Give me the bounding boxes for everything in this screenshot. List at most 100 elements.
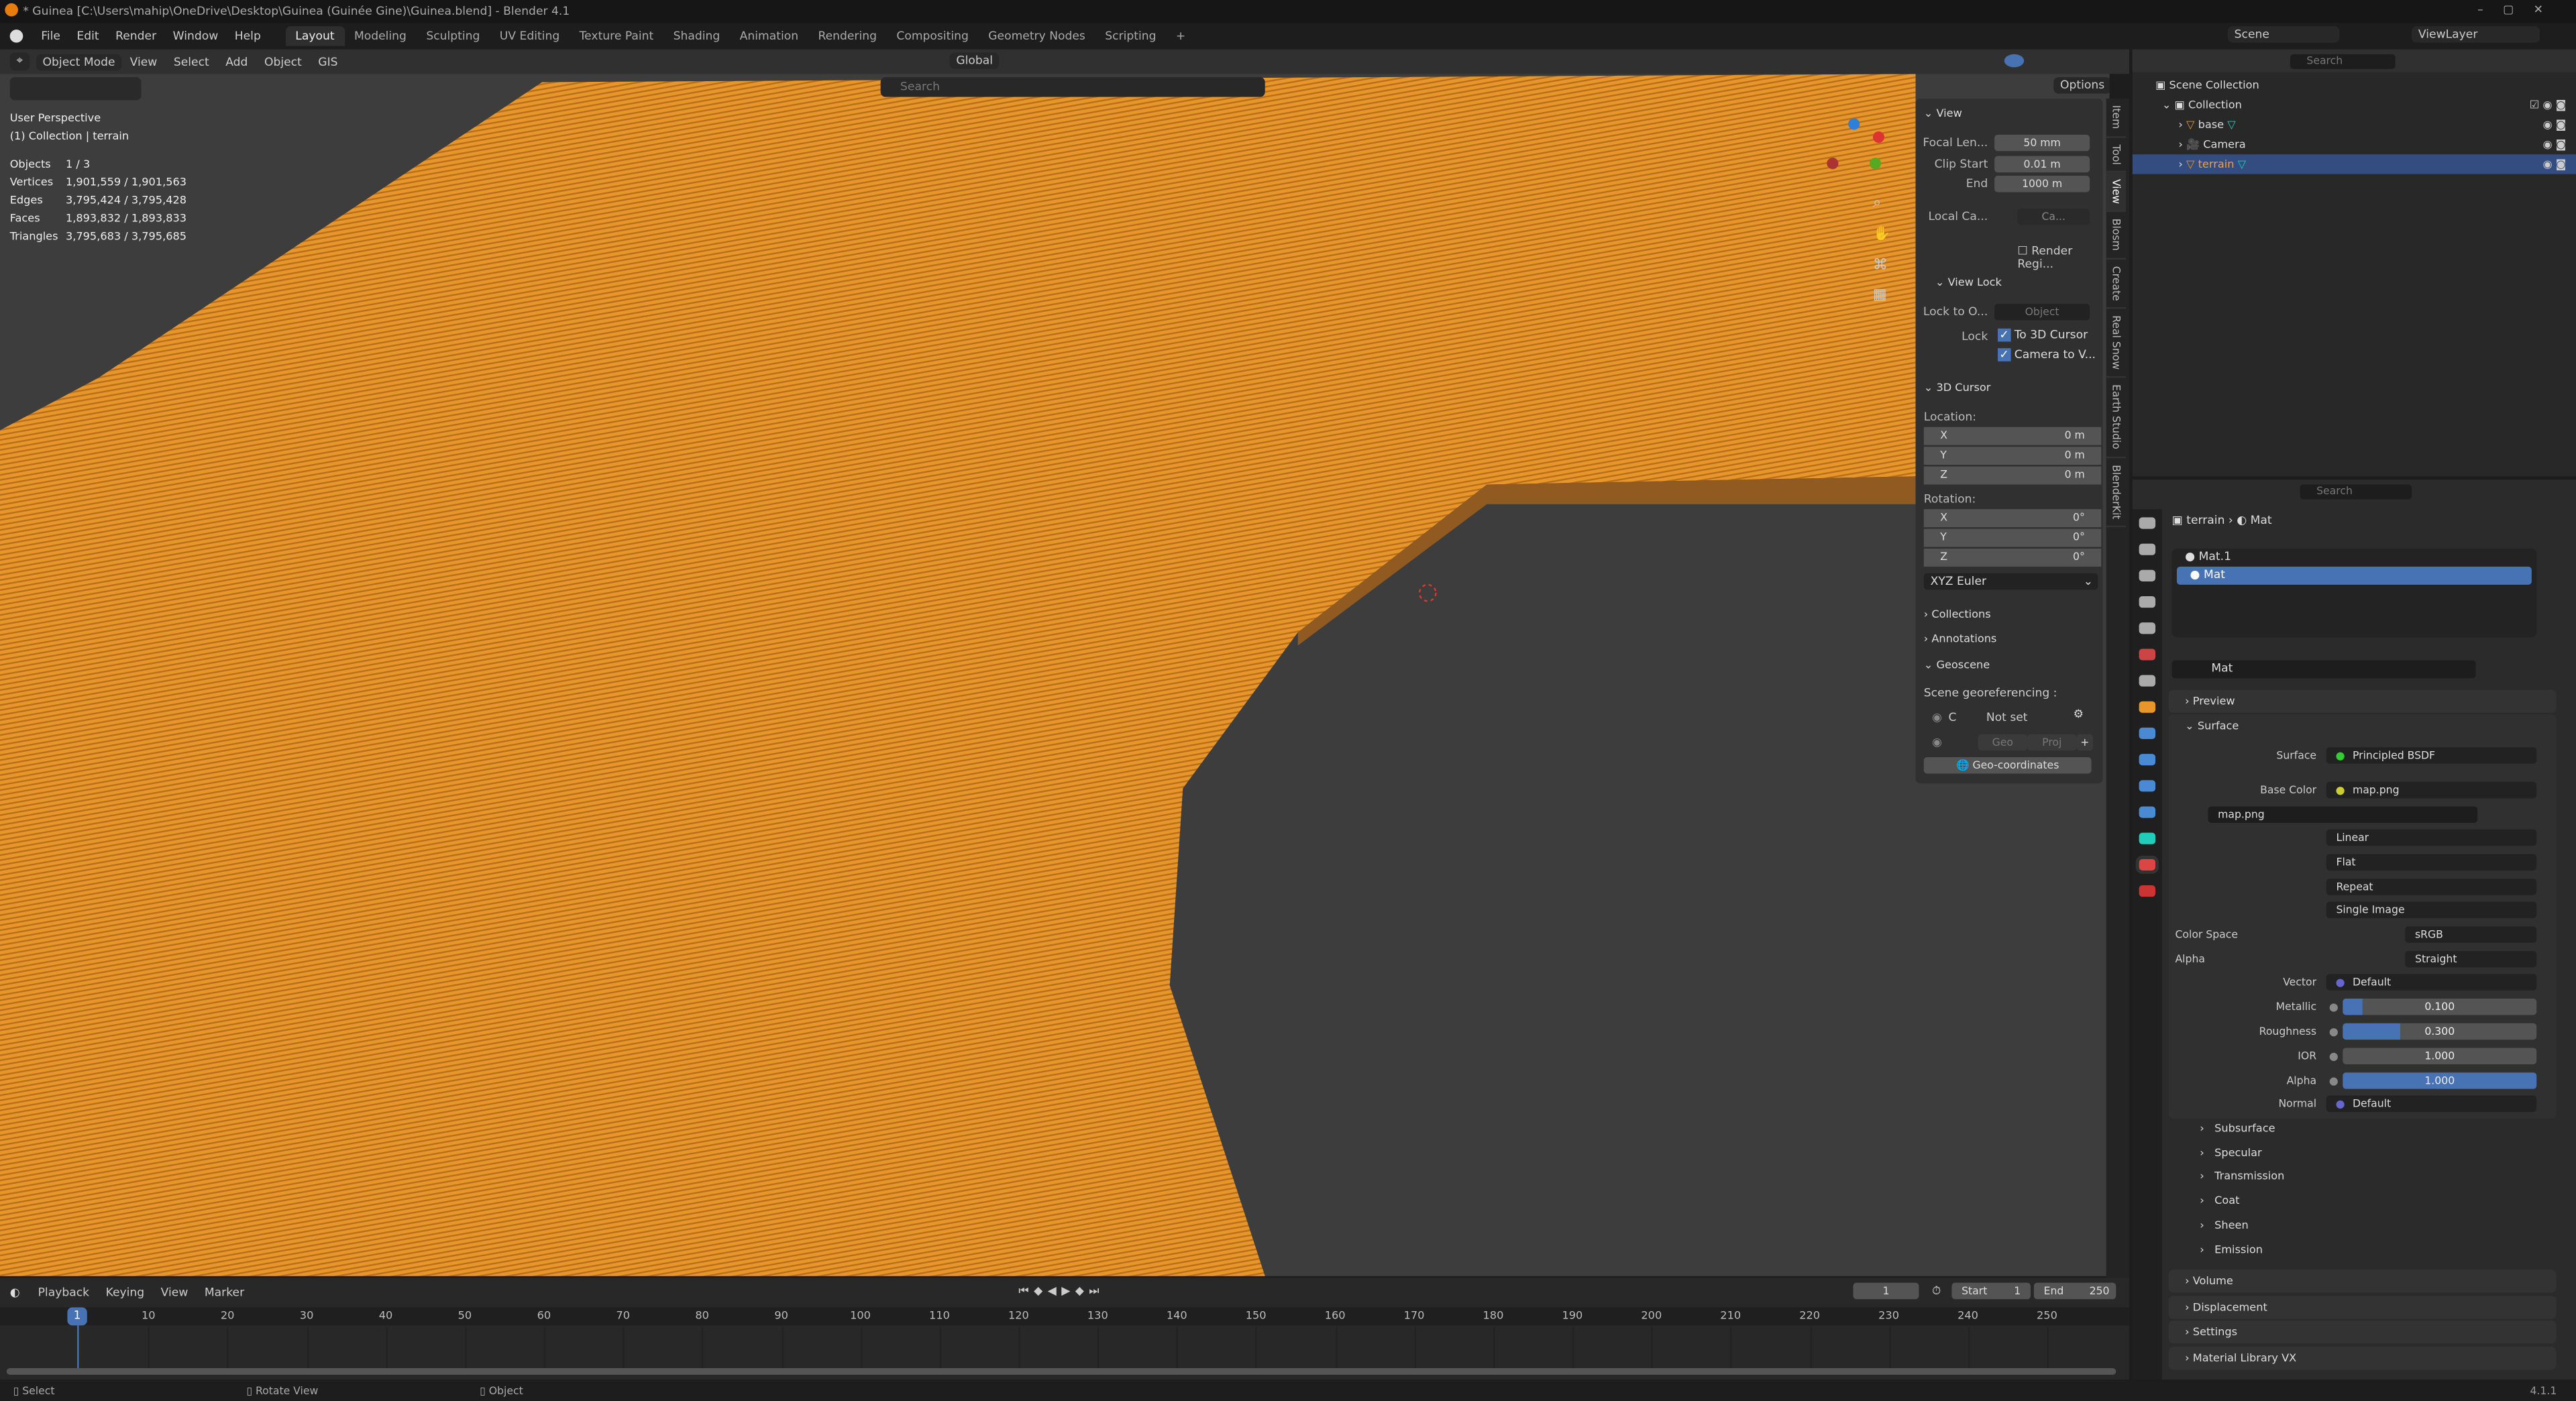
tab-sculpting[interactable]: Sculpting [417, 26, 490, 46]
focal-length-field[interactable]: 50 mm [1994, 134, 2090, 152]
view-panel-header[interactable]: ⌄ View [1924, 107, 1962, 120]
menu-help[interactable]: Help [227, 30, 270, 43]
world-tab-icon[interactable] [2139, 649, 2156, 661]
base-color-field[interactable]: map.png [2326, 781, 2537, 799]
collection-row[interactable]: ⌄ ▣ Collection ☑ ◉ ◙ [2133, 95, 2576, 115]
vector-field[interactable]: Default [2326, 974, 2537, 991]
source-dropdown[interactable]: Single Image [2326, 901, 2537, 918]
modifier-tab-icon[interactable] [2139, 727, 2156, 740]
rotation-mode-dropdown[interactable]: XYZ Euler ⌄ [1923, 573, 2098, 590]
crs-radio[interactable]: ◉ [1932, 711, 1942, 724]
navigation-gizmo[interactable] [1823, 115, 1889, 180]
tab-create[interactable]: Create [2106, 259, 2127, 309]
view-lock-header[interactable]: ⌄ View Lock [1935, 276, 2002, 289]
camera-view-icon[interactable]: ⌘ [1873, 258, 1888, 274]
menu-add[interactable]: Add [217, 55, 256, 68]
section-displacement[interactable]: › Displacement [2168, 1295, 2557, 1319]
tab-compositing[interactable]: Compositing [887, 26, 979, 46]
projection-dropdown[interactable]: Flat [2326, 854, 2537, 871]
menu-edit[interactable]: Edit [68, 30, 107, 43]
alpha-mode-dropdown[interactable]: Straight [2405, 950, 2537, 968]
physics-tab-icon[interactable] [2139, 780, 2156, 792]
end-frame-field[interactable]: End 250 [2033, 1282, 2116, 1300]
section-volume[interactable]: › Volume [2168, 1270, 2557, 1293]
menu-window[interactable]: Window [164, 30, 226, 43]
tab-tool[interactable]: Tool [2106, 137, 2127, 173]
material-name-field[interactable]: Mat [2171, 660, 2476, 679]
pan-hand-icon[interactable]: ✋ [1873, 227, 1891, 243]
timeline-scrollbar[interactable] [6, 1368, 2116, 1375]
tab-rendering[interactable]: Rendering [808, 26, 887, 46]
metallic-slider[interactable]: 0.100 [2343, 998, 2537, 1015]
geo-radio[interactable]: ◉ [1932, 736, 1942, 749]
subpanel-subsurface[interactable]: › Subsurface [2200, 1122, 2275, 1135]
ior-slider[interactable]: 1.000 [2343, 1048, 2537, 1064]
lock-to-3d-cursor-checkbox[interactable]: ✓ To 3D Cursor [1997, 328, 2088, 342]
current-frame-field[interactable]: 1 [1853, 1282, 1919, 1300]
blender-menu-icon[interactable] [9, 30, 23, 43]
playback-controls[interactable]: ⏮◆◀▶◆⏭ [1018, 1284, 1104, 1299]
stopwatch-icon[interactable]: ⏱ [1932, 1284, 1941, 1299]
camera-to-view-checkbox[interactable]: ✓ Camera to V... [1997, 348, 2096, 361]
cursor-rotation-y[interactable]: Y 0° [1923, 528, 2102, 547]
section-material-library-vx[interactable]: › Material Library VX [2168, 1345, 2557, 1369]
image-datablock-field[interactable]: map.png [2208, 806, 2478, 823]
tab-blenderkit[interactable]: BlenderKit [2106, 457, 2127, 527]
menu-file[interactable]: File [33, 30, 68, 43]
tab-blosm[interactable]: Blosm [2106, 212, 2127, 260]
zoom-icon[interactable]: ⌕ [1873, 195, 1881, 211]
shading-solid-icon[interactable] [2004, 54, 2025, 68]
menu-gis[interactable]: GIS [310, 55, 346, 68]
menu-render[interactable]: Render [107, 30, 165, 43]
color-space-dropdown[interactable]: sRGB [2405, 926, 2537, 943]
material-slot[interactable]: ● Mat.1 [2172, 549, 2537, 567]
properties-search[interactable]: Search [2300, 484, 2412, 500]
scene-tab-icon[interactable] [2139, 622, 2156, 634]
collection-tab-icon[interactable] [2139, 675, 2156, 687]
menu-object[interactable]: Object [256, 55, 310, 68]
constraints-tab-icon[interactable] [2139, 806, 2156, 818]
render-region-checkbox[interactable]: ☐ Render Regi... [2017, 245, 2102, 271]
tab-layout[interactable]: Layout [285, 26, 345, 46]
cursor-rotation-x[interactable]: X 0° [1923, 509, 2102, 528]
3d-viewport[interactable]: Search Options User Perspective (1) Coll… [0, 74, 2110, 1276]
clip-end-field[interactable]: 1000 m [1994, 176, 2090, 192]
geo-coordinates-button[interactable]: 🌐 Geo-coordinates [1923, 756, 2092, 774]
playhead[interactable]: 1 [67, 1307, 87, 1326]
add-crs-button[interactable]: + [2076, 734, 2094, 751]
lock-to-object-field[interactable]: Object [1994, 304, 2090, 321]
cursor-location-x[interactable]: X0 m [1923, 427, 2102, 445]
select-mode-toolbar[interactable] [9, 77, 142, 101]
tab-uv-editing[interactable]: UV Editing [490, 26, 570, 46]
editor-type-icon[interactable]: ⌖ [9, 52, 30, 71]
outliner-search[interactable]: Search [2290, 54, 2396, 69]
preview-panel[interactable]: › Preview [2168, 689, 2557, 713]
interpolation-dropdown[interactable]: Linear [2326, 829, 2537, 846]
outliner-item-terrain[interactable]: › ▽ terrain ▽ ◉ ◙ [2132, 154, 2576, 174]
surface-shader-field[interactable]: Principled BSDF [2326, 747, 2537, 764]
menu-select[interactable]: Select [166, 55, 217, 68]
texture-tab-icon[interactable] [2139, 885, 2156, 897]
normal-field[interactable]: Default [2326, 1095, 2537, 1112]
roughness-slider[interactable]: 0.300 [2343, 1023, 2537, 1040]
subpanel-sheen[interactable]: › Sheen [2200, 1219, 2249, 1232]
outliner-item-base[interactable]: › ▽ base ▽ ◉ ◙ [2133, 115, 2576, 134]
menu-view[interactable]: View [152, 1286, 196, 1300]
add-workspace-button[interactable]: + [1166, 26, 1195, 46]
scene-collection-row[interactable]: ▣ Scene Collection [2133, 76, 2576, 95]
options-button[interactable]: Options [2053, 77, 2110, 94]
start-frame-field[interactable]: Start 1 [1951, 1282, 2031, 1300]
material-slots-list[interactable]: ● Mat.1 ● Mat [2171, 548, 2537, 638]
tool-tab-icon[interactable] [2139, 517, 2156, 529]
section-settings[interactable]: › Settings [2168, 1320, 2557, 1344]
tab-modeling[interactable]: Modeling [344, 26, 416, 46]
tab-scripting[interactable]: Scripting [1095, 26, 1167, 46]
tab-texture-paint[interactable]: Texture Paint [570, 26, 663, 46]
subpanel-specular[interactable]: › Specular [2200, 1146, 2261, 1160]
geoscene-panel-header[interactable]: ⌄ Geoscene [1924, 659, 1990, 672]
3d-cursor-panel-header[interactable]: ⌄ 3D Cursor [1924, 381, 1991, 394]
particles-tab-icon[interactable] [2139, 754, 2156, 766]
view-layer-selector[interactable]: ViewLayer [2412, 26, 2540, 43]
subpanel-coat[interactable]: › Coat [2200, 1194, 2239, 1208]
tab-view[interactable]: View [2106, 172, 2127, 213]
